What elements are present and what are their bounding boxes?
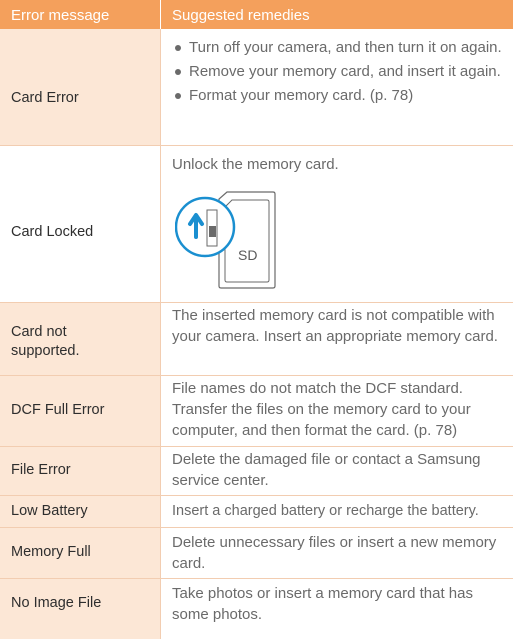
remedy-cell: Delete the damaged file or contact a Sam… bbox=[172, 449, 505, 491]
sd-card-lock-illustration: SD bbox=[175, 191, 276, 289]
lock-switch-circle bbox=[175, 196, 236, 258]
column-divider bbox=[160, 496, 161, 527]
remedy-cell: Delete unnecessary files or insert a new… bbox=[172, 532, 505, 574]
remedy-text: Delete the damaged file or contact a Sam… bbox=[172, 451, 481, 489]
header-error-message: Error message bbox=[11, 7, 110, 24]
table-row: Card Error Turn off your camera, and the… bbox=[0, 29, 513, 145]
table-row: DCF Full Error File names do not match t… bbox=[0, 376, 513, 446]
error-label: Card Locked bbox=[11, 224, 94, 240]
remedy-cell: Take photos or insert a memory card that… bbox=[172, 583, 505, 625]
remedy-text: Take photos or insert a memory card that… bbox=[172, 585, 473, 623]
remedy-text: File names do not match the DCF standard… bbox=[172, 380, 471, 439]
error-label: No Image File bbox=[0, 579, 160, 639]
column-divider bbox=[160, 303, 161, 375]
remedy-cell: Insert a charged battery or recharge the… bbox=[172, 501, 505, 522]
column-divider bbox=[160, 146, 161, 302]
column-divider bbox=[160, 528, 161, 578]
remedy-item: Remove your memory card, and insert it a… bbox=[172, 61, 505, 82]
header-suggested-remedies: Suggested remedies bbox=[172, 7, 310, 24]
error-label: Memory Full bbox=[0, 528, 160, 578]
remedy-item: Format your memory card. (p. 78) bbox=[172, 85, 505, 106]
table-row: Memory Full Delete unnecessary files or … bbox=[0, 528, 513, 578]
remedy-text: Insert a charged battery or recharge the… bbox=[172, 503, 479, 519]
sd-card-label: SD bbox=[238, 247, 257, 263]
remedy-text: The inserted memory card is not compatib… bbox=[172, 307, 498, 345]
column-divider bbox=[160, 579, 161, 639]
remedy-cell: Turn off your camera, and then turn it o… bbox=[172, 37, 505, 109]
column-divider bbox=[160, 447, 161, 495]
table-row: Card Locked Unlock the memory card. SD bbox=[0, 146, 513, 302]
table-row: File Error Delete the damaged file or co… bbox=[0, 447, 513, 495]
table-header: Error message Suggested remedies bbox=[0, 0, 513, 29]
column-divider bbox=[160, 376, 161, 446]
table-row: Card not supported. The inserted memory … bbox=[0, 303, 513, 375]
lock-switch-tab bbox=[209, 226, 216, 237]
error-label: File Error bbox=[0, 447, 160, 495]
column-divider bbox=[160, 29, 161, 145]
error-label: Card not supported. bbox=[0, 303, 160, 375]
table-row: Low Battery Insert a charged battery or … bbox=[0, 496, 513, 527]
remedy-item: Turn off your camera, and then turn it o… bbox=[172, 37, 505, 58]
error-label: Card Error bbox=[0, 29, 160, 145]
remedy-cell: The inserted memory card is not compatib… bbox=[172, 305, 505, 347]
remedy-cell: Unlock the memory card. bbox=[172, 154, 505, 175]
remedy-cell: File names do not match the DCF standard… bbox=[172, 378, 505, 441]
table-row: No Image File Take photos or insert a me… bbox=[0, 579, 513, 639]
remedy-text: Delete unnecessary files or insert a new… bbox=[172, 534, 497, 572]
header-divider bbox=[160, 0, 161, 29]
error-label: DCF Full Error bbox=[0, 376, 160, 446]
remedy-text: Unlock the memory card. bbox=[172, 156, 339, 173]
error-label: Low Battery bbox=[0, 496, 160, 527]
